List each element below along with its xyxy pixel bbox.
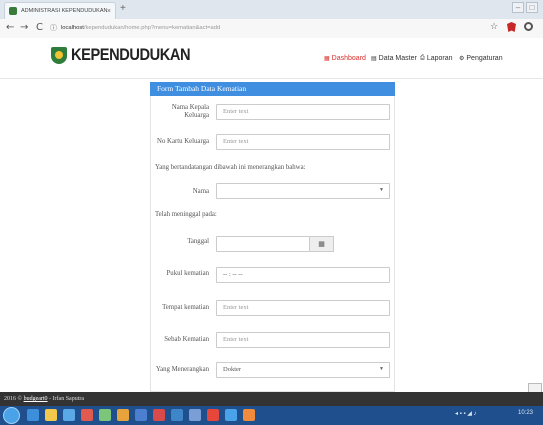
site-footer: 2016 © budgeart0 - Irfan Saputra bbox=[0, 392, 543, 406]
calendar-icon[interactable]: ▦ bbox=[310, 236, 334, 252]
browser-tab-title: ADMINISTRASI KEPENDUDUKAN bbox=[21, 8, 107, 14]
yang-menerangkan-value: Dokter bbox=[223, 366, 242, 373]
app-icon[interactable] bbox=[135, 409, 147, 421]
no-kk-label: No Kartu Keluarga bbox=[157, 138, 209, 145]
nav-data-master[interactable]: ▤ Data Master bbox=[371, 55, 417, 62]
nama-label: Nama bbox=[192, 188, 209, 195]
profile-icon[interactable] bbox=[524, 22, 533, 31]
nama-kk-input[interactable]: Enter text bbox=[216, 104, 390, 120]
no-kk-input[interactable]: Enter text bbox=[216, 134, 390, 150]
maximize-window-button[interactable]: □ bbox=[526, 2, 538, 13]
back-button[interactable]: ← bbox=[6, 22, 14, 33]
folder-icon[interactable] bbox=[45, 409, 57, 421]
nav-pengaturan[interactable]: ⚙ Pengaturan bbox=[459, 55, 503, 62]
forward-button[interactable]: → bbox=[20, 22, 28, 33]
footer-suffix: - Irfan Saputra bbox=[47, 396, 85, 402]
yang-menerangkan-select[interactable]: Dokter ▼ bbox=[216, 362, 390, 378]
footer-prefix: 2016 © bbox=[4, 396, 24, 402]
dashboard-icon: ▦ bbox=[324, 56, 330, 62]
site-logo[interactable]: KEPENDUDUKAN bbox=[51, 45, 210, 65]
app-icon[interactable] bbox=[189, 409, 201, 421]
nav-dashboard[interactable]: ▦ Dashboard bbox=[324, 55, 366, 62]
nav-data-master-label: Data Master bbox=[378, 55, 417, 62]
close-tab-icon[interactable]: × bbox=[107, 8, 111, 15]
system-tray-icons[interactable]: ◂ ▪ ▪ ◢ ♪ bbox=[455, 410, 477, 417]
chevron-down-icon: ▼ bbox=[379, 188, 384, 193]
bookmark-star-icon[interactable]: ☆ bbox=[490, 22, 498, 32]
extension-shield-icon[interactable] bbox=[507, 22, 516, 32]
nav-laporan[interactable]: ⎙ Laporan bbox=[420, 55, 453, 62]
pukul-input[interactable]: -- : -- -- bbox=[216, 267, 390, 283]
start-button[interactable] bbox=[3, 407, 20, 424]
chevron-down-icon: ▼ bbox=[379, 367, 384, 372]
nama-select[interactable]: ▼ bbox=[216, 183, 390, 199]
info-icon[interactable]: ⓘ bbox=[50, 23, 57, 33]
nama-kk-label: Nama Kepala Keluarga bbox=[171, 104, 209, 119]
chrome-icon[interactable] bbox=[207, 409, 219, 421]
declaration-text: Yang bertandatangan dibawah ini menerang… bbox=[155, 164, 306, 171]
sebab-input[interactable]: Enter text bbox=[216, 332, 390, 348]
app-icon[interactable] bbox=[243, 409, 255, 421]
app-icon[interactable] bbox=[117, 409, 129, 421]
minimize-window-button[interactable]: – bbox=[512, 2, 524, 13]
app-icon[interactable] bbox=[171, 409, 183, 421]
nav-pengaturan-label: Pengaturan bbox=[466, 55, 503, 62]
meninggal-text: Telah meninggal pada: bbox=[155, 211, 217, 218]
app-icon[interactable] bbox=[81, 409, 93, 421]
taskbar-clock: 10:23 bbox=[518, 410, 534, 416]
favicon-icon bbox=[9, 7, 17, 15]
yang-menerangkan-label: Yang Menerangkan bbox=[155, 366, 209, 373]
print-icon: ⎙ bbox=[420, 55, 425, 61]
app-icon[interactable] bbox=[153, 409, 165, 421]
table-icon: ▤ bbox=[371, 56, 377, 62]
address-bar[interactable]: ⓘ localhost/kependudukan/home.php?menu=k… bbox=[50, 21, 470, 35]
nav-laporan-label: Laporan bbox=[426, 55, 453, 62]
pukul-label: Pukul kematian bbox=[166, 270, 209, 277]
tanggal-input[interactable] bbox=[216, 236, 310, 252]
tempat-input[interactable]: Enter text bbox=[216, 300, 390, 316]
gear-icon: ⚙ bbox=[459, 56, 465, 62]
site-brand: KEPENDUDUKAN bbox=[71, 45, 191, 64]
ie-icon[interactable] bbox=[27, 409, 39, 421]
tempat-label: Tempat kematian bbox=[162, 304, 209, 311]
url-host: localhost bbox=[61, 25, 84, 31]
app-icon[interactable] bbox=[63, 409, 75, 421]
emblem-icon bbox=[51, 46, 67, 64]
new-tab-button[interactable]: + bbox=[120, 3, 126, 14]
sebab-label: Sebab Kematian bbox=[164, 336, 209, 343]
reload-button[interactable]: C bbox=[36, 22, 43, 33]
footer-link[interactable]: budgeart0 bbox=[24, 396, 48, 402]
tanggal-label: Tanggal bbox=[187, 238, 209, 245]
app-icon[interactable] bbox=[225, 409, 237, 421]
url-path: /kependudukan/home.php?menu=kematian&act… bbox=[83, 25, 221, 31]
app-icon[interactable] bbox=[99, 409, 111, 421]
nav-dashboard-label: Dashboard bbox=[331, 55, 366, 62]
browser-tab[interactable]: ADMINISTRASI KEPENDUDUKAN × bbox=[4, 2, 116, 19]
form-title: Form Tambah Data Kematian bbox=[150, 82, 395, 96]
